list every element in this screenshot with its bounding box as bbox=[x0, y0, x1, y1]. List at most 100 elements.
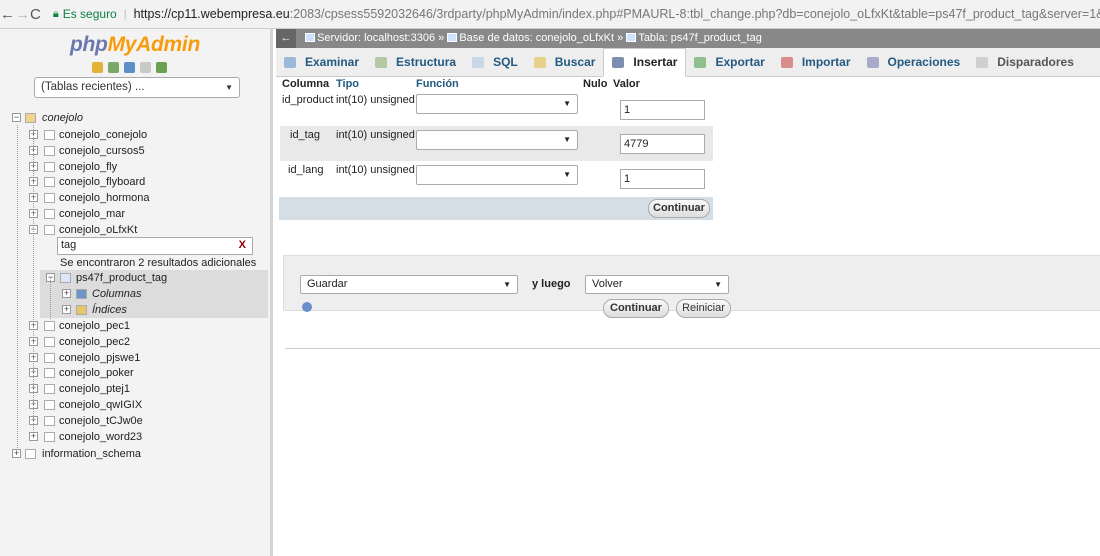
tree-label: Columnas bbox=[92, 288, 142, 300]
tree-guide-line bbox=[17, 125, 18, 450]
tab-importar[interactable]: Importar bbox=[773, 48, 859, 77]
browser-toolbar: ← → C 🔒︎ Es seguro | https://cp11.webemp… bbox=[0, 0, 1100, 29]
tree-label: conejolo_pec2 bbox=[59, 335, 130, 348]
database-icon bbox=[25, 113, 36, 123]
tab-label: Buscar bbox=[554, 55, 596, 69]
clear-filter-button[interactable]: X bbox=[239, 239, 246, 251]
tab-insertar[interactable]: Insertar bbox=[603, 48, 687, 77]
column-type: int(10) unsigned bbox=[336, 129, 415, 141]
triggers-icon bbox=[976, 57, 989, 68]
expand-icon[interactable]: + bbox=[29, 431, 38, 441]
tree-label: conejolo_tCJw0e bbox=[59, 414, 143, 427]
tab-exportar[interactable]: Exportar bbox=[686, 48, 772, 77]
tree-label: ps47f_product_tag bbox=[76, 272, 168, 284]
url-path: :2083/cpsess5592032646/3rdparty/phpMyAdm… bbox=[289, 7, 1100, 21]
phpmyadmin-logo[interactable]: phpMyAdmin bbox=[70, 33, 200, 57]
chevron-down-icon: ▼ bbox=[563, 135, 571, 144]
expand-icon[interactable]: + bbox=[62, 305, 71, 314]
secure-label: Es seguro bbox=[62, 7, 117, 21]
database-icon bbox=[447, 33, 458, 42]
tree-label: conejolo_qwIGIX bbox=[59, 399, 143, 411]
continue-button[interactable]: Continuar bbox=[603, 299, 669, 318]
header-nulo: Nulo bbox=[583, 78, 608, 90]
logo-myadmin: MyAdmin bbox=[107, 33, 201, 56]
back-icon[interactable]: ← bbox=[0, 6, 15, 23]
function-select[interactable]: ▼ bbox=[416, 165, 578, 185]
tab-label: Estructura bbox=[396, 55, 457, 69]
value-input[interactable]: 1 bbox=[620, 100, 705, 120]
collapse-arrow-icon[interactable]: ← bbox=[276, 29, 296, 48]
breadcrumb-table-text: Tabla: ps47f_product_tag bbox=[638, 32, 762, 44]
table-row: id_lang int(10) unsigned ▼ 1 bbox=[280, 161, 713, 196]
tab-label: Exportar bbox=[715, 55, 765, 69]
breadcrumb-table[interactable]: Tabla: ps47f_product_tag bbox=[626, 32, 762, 44]
then-select[interactable]: Volver ▼ bbox=[585, 275, 729, 294]
logout-icon[interactable] bbox=[108, 62, 119, 73]
reload-icon[interactable]: C bbox=[30, 6, 41, 23]
database-icon bbox=[25, 449, 36, 459]
action-select-value: Guardar bbox=[307, 278, 348, 290]
header-valor: Valor bbox=[613, 78, 640, 90]
breadcrumb-database[interactable]: Base de datos: conejolo_oLfxKt bbox=[447, 32, 614, 44]
collapse-icon[interactable]: − bbox=[12, 113, 21, 122]
database-icon bbox=[44, 400, 55, 410]
table-filter-input[interactable]: tag X bbox=[57, 237, 253, 255]
table-header: Columna Tipo Función Nulo Valor bbox=[280, 77, 713, 91]
breadcrumb-server[interactable]: Servidor: localhost:3306 bbox=[305, 32, 435, 44]
tab-label: Examinar bbox=[305, 55, 360, 69]
value-input[interactable]: 1 bbox=[620, 169, 705, 189]
expand-icon[interactable]: + bbox=[62, 289, 71, 298]
tab-estructura[interactable]: Estructura bbox=[367, 48, 464, 77]
action-select[interactable]: Guardar ▼ bbox=[300, 275, 518, 294]
header-funcion[interactable]: Función bbox=[416, 78, 459, 90]
docs-icon[interactable] bbox=[140, 62, 151, 73]
tab-disparadores[interactable]: Disparadores bbox=[968, 48, 1082, 77]
breadcrumb-sep: » bbox=[438, 32, 445, 44]
home-icon[interactable] bbox=[92, 62, 103, 73]
tree-label: conejolo_oLfxKt bbox=[59, 223, 138, 236]
header-tipo[interactable]: Tipo bbox=[336, 78, 359, 90]
chevron-down-icon: ▼ bbox=[563, 170, 571, 179]
tree-label: conejolo_ptej1 bbox=[59, 383, 130, 396]
continue-button[interactable]: Continuar bbox=[648, 199, 710, 218]
tree-label: information_schema bbox=[42, 448, 142, 460]
navigation-panel: phpMyAdmin (Tablas recientes) ... ▼ − cone… bbox=[0, 29, 273, 556]
recent-tables-select[interactable]: (Tablas recientes) ... ▼ bbox=[34, 77, 240, 98]
help-icon[interactable] bbox=[124, 62, 135, 73]
results-note-text: Se encontraron 2 resultados adicionales bbox=[60, 257, 257, 269]
reset-button[interactable]: Reiniciar bbox=[676, 299, 731, 318]
database-icon bbox=[44, 130, 55, 140]
chevron-down-icon: ▼ bbox=[225, 83, 233, 92]
tab-operaciones[interactable]: Operaciones bbox=[859, 48, 969, 77]
tree-label: conejolo_mar bbox=[59, 208, 126, 220]
address-bar[interactable]: https://cp11.webempresa.eu:2083/cpsess55… bbox=[134, 7, 1100, 21]
tree-label: conejolo_hormona bbox=[59, 192, 150, 205]
tab-label: Insertar bbox=[633, 55, 678, 69]
quick-links bbox=[92, 62, 167, 73]
breadcrumb-server-text: Servidor: localhost:3306 bbox=[317, 32, 436, 44]
function-select[interactable]: ▼ bbox=[416, 130, 578, 150]
tab-sql[interactable]: SQL bbox=[464, 48, 526, 77]
reload-nav-icon[interactable] bbox=[156, 62, 167, 73]
server-icon bbox=[305, 33, 316, 42]
operations-icon bbox=[866, 57, 879, 68]
forward-icon[interactable]: → bbox=[15, 6, 30, 23]
url-divider: | bbox=[123, 8, 127, 20]
main-content: ← Servidor: localhost:3306 » Base de dat… bbox=[276, 29, 1100, 556]
tree-label: conejolo bbox=[42, 112, 83, 124]
expand-icon[interactable]: + bbox=[12, 449, 21, 458]
tree-label: conejolo_pjswe1 bbox=[59, 351, 141, 364]
function-select[interactable]: ▼ bbox=[416, 94, 578, 114]
tree-label: conejolo_poker bbox=[59, 367, 134, 380]
breadcrumb-database-text: Base de datos: conejolo_oLfxKt bbox=[459, 32, 615, 44]
tab-label: Importar bbox=[801, 55, 851, 69]
tab-label: SQL bbox=[493, 55, 518, 69]
database-icon bbox=[44, 368, 55, 379]
import-icon bbox=[780, 57, 793, 68]
tab-buscar[interactable]: Buscar bbox=[526, 48, 604, 77]
breadcrumb: ← Servidor: localhost:3306 » Base de dat… bbox=[276, 29, 1100, 48]
database-icon bbox=[44, 209, 55, 219]
tab-examinar[interactable]: Examinar bbox=[276, 48, 367, 77]
info-icon[interactable] bbox=[302, 302, 312, 312]
value-input[interactable]: 4779 bbox=[620, 134, 705, 154]
